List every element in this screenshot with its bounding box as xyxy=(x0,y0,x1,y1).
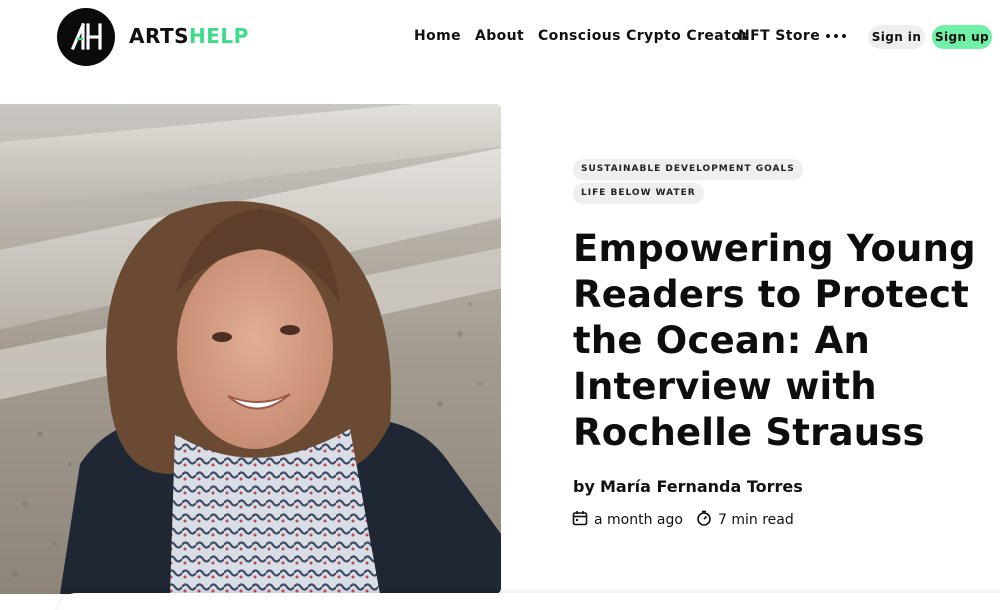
publish-date: a month ago xyxy=(572,510,683,530)
more-dots-icon[interactable] xyxy=(825,33,847,41)
title-line: the Ocean: An xyxy=(573,319,871,362)
brand-part-arts: ARTS xyxy=(129,24,190,48)
nav-conscious-crypto-creator[interactable]: Conscious Crypto Creator xyxy=(538,28,749,44)
read-time-text: 7 min read xyxy=(718,512,794,528)
brand-part-help: HELP xyxy=(189,24,249,48)
site-header: ARTSHELP Home About Conscious Crypto Cre… xyxy=(0,0,1000,76)
byline-prefix: by xyxy=(573,477,595,496)
tag-life-below-water[interactable]: LIFE BELOW WATER xyxy=(573,183,704,204)
artshelp-logo-icon[interactable] xyxy=(57,8,115,66)
nav-home[interactable]: Home xyxy=(414,28,461,44)
sign-up-button[interactable]: Sign up xyxy=(932,25,992,49)
title-line: Empowering Young xyxy=(573,227,976,270)
sign-in-button[interactable]: Sign in xyxy=(868,25,925,49)
article-title: Empowering Young Readers to Protect the … xyxy=(573,226,983,456)
article-hero-image xyxy=(0,104,501,594)
content-card-edge xyxy=(58,593,1000,610)
nav-nft-store[interactable]: NFT Store xyxy=(738,28,820,44)
read-time: 7 min read xyxy=(696,510,794,530)
brand-wordmark[interactable]: ARTSHELP xyxy=(129,24,249,48)
title-line: Readers to Protect xyxy=(573,273,970,316)
nav-about[interactable]: About xyxy=(475,28,524,44)
title-line: Rochelle Strauss xyxy=(573,411,925,454)
title-line: Interview with xyxy=(573,365,877,408)
timer-icon xyxy=(697,510,711,526)
calendar-icon xyxy=(572,511,588,526)
tag-sustainable-development-goals[interactable]: SUSTAINABLE DEVELOPMENT GOALS xyxy=(573,159,803,180)
author-link[interactable]: María Fernanda Torres xyxy=(600,477,803,496)
date-text: a month ago xyxy=(594,512,683,528)
byline: by María Fernanda Torres xyxy=(573,477,803,496)
